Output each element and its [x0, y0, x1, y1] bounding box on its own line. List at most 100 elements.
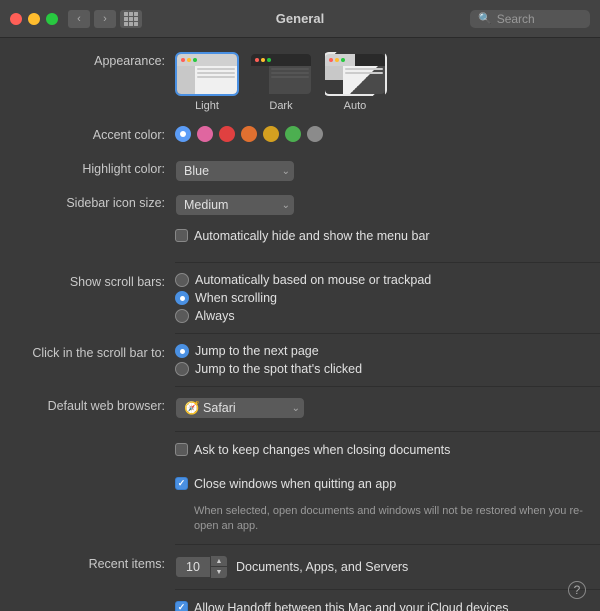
- thumb-bar: [197, 76, 235, 78]
- menu-bar-checkbox[interactable]: [175, 229, 188, 242]
- sidebar-icon-size-select[interactable]: Medium: [175, 194, 295, 216]
- titlebar: ‹ › General 🔍 Search: [0, 0, 600, 38]
- browser-select[interactable]: 🧭 Safari: [175, 397, 305, 419]
- thumb-dot-green: [193, 58, 197, 62]
- forward-button[interactable]: ›: [94, 10, 116, 28]
- appearance-auto-label: Auto: [344, 100, 367, 112]
- thumb-top-dark: [251, 54, 311, 66]
- appearance-auto[interactable]: Auto: [323, 52, 387, 112]
- handoff-label: [0, 600, 175, 602]
- recent-items-control: ▲ ▼ Documents, Apps, and Servers: [175, 555, 600, 579]
- highlight-color-row: Highlight color: Blue ⌄: [0, 160, 600, 184]
- appearance-dark[interactable]: Dark: [249, 52, 313, 112]
- scroll-bars-label: Show scroll bars:: [0, 273, 175, 289]
- help-button[interactable]: ?: [568, 581, 586, 599]
- scroll-bars-auto-label: Automatically based on mouse or trackpad: [195, 273, 431, 287]
- divider-3: [175, 386, 600, 387]
- menu-bar-label: [0, 228, 175, 230]
- menu-bar-control: Automatically hide and show the menu bar: [175, 228, 600, 252]
- click-scroll-next-page[interactable]: Jump to the next page: [175, 344, 362, 358]
- thumb-dot-red: [329, 58, 333, 62]
- browser-label: Default web browser:: [0, 397, 175, 413]
- appearance-light[interactable]: Light: [175, 52, 239, 112]
- thumb-content-auto: [343, 66, 385, 94]
- stepper-up-button[interactable]: ▲: [211, 556, 227, 567]
- highlight-color-control: Blue ⌄: [175, 160, 600, 182]
- click-scroll-label: Click in the scroll bar to:: [0, 344, 175, 360]
- appearance-row: Appearance:: [0, 52, 600, 112]
- radio-next-page[interactable]: [175, 344, 189, 358]
- close-windows-control: Close windows when quitting an app When …: [175, 476, 600, 534]
- thumb-dot-red: [255, 58, 259, 62]
- thumb-dot-yellow: [261, 58, 265, 62]
- accent-blue[interactable]: [175, 126, 191, 142]
- stepper-buttons: ▲ ▼: [211, 555, 228, 579]
- scroll-bars-auto[interactable]: Automatically based on mouse or trackpad: [175, 273, 431, 287]
- appearance-control: Light: [175, 52, 600, 112]
- recent-items-input[interactable]: [175, 556, 211, 578]
- thumb-sidebar-dark: [251, 66, 269, 94]
- highlight-color-select[interactable]: Blue: [175, 160, 295, 182]
- accent-pink[interactable]: [197, 126, 213, 142]
- divider-5: [175, 544, 600, 545]
- thumb-top-light: [177, 54, 237, 66]
- appearance-thumb-light: [175, 52, 239, 96]
- minimize-button[interactable]: [28, 13, 40, 25]
- ask-keep-label: [0, 442, 175, 444]
- scroll-bars-always-label: Always: [195, 309, 235, 323]
- close-windows-checkbox[interactable]: [175, 477, 188, 490]
- radio-spot[interactable]: [175, 362, 189, 376]
- scroll-bars-always[interactable]: Always: [175, 309, 431, 323]
- accent-orange[interactable]: [241, 126, 257, 142]
- appearance-label: Appearance:: [0, 52, 175, 68]
- search-box[interactable]: 🔍 Search: [470, 10, 590, 28]
- thumb-sidebar-auto: [325, 66, 343, 94]
- thumb-bar: [271, 76, 309, 78]
- content: Appearance:: [0, 38, 600, 611]
- ask-keep-control: Ask to keep changes when closing documen…: [175, 442, 600, 466]
- appearance-thumb-dark: [249, 52, 313, 96]
- thumb-content: [195, 66, 237, 94]
- scroll-bars-radio-group: Automatically based on mouse or trackpad…: [175, 273, 431, 323]
- accent-color-row: Accent color:: [0, 126, 600, 150]
- appearance-options: Light: [175, 52, 387, 112]
- scroll-bars-control: Automatically based on mouse or trackpad…: [175, 273, 600, 323]
- close-windows-label: [0, 476, 175, 478]
- accent-color-control: [175, 126, 600, 142]
- divider-6: [175, 589, 600, 590]
- search-placeholder: Search: [497, 12, 535, 26]
- nav-buttons: ‹ ›: [68, 10, 116, 28]
- click-scroll-control: Jump to the next page Jump to the spot t…: [175, 344, 600, 376]
- radio-scroll-always[interactable]: [175, 309, 189, 323]
- radio-scroll-scrolling[interactable]: [175, 291, 189, 305]
- handoff-checkbox[interactable]: [175, 601, 188, 611]
- accent-green[interactable]: [285, 126, 301, 142]
- click-scroll-radio-group: Jump to the next page Jump to the spot t…: [175, 344, 362, 376]
- accent-gray[interactable]: [307, 126, 323, 142]
- grid-button[interactable]: [120, 10, 142, 28]
- back-button[interactable]: ‹: [68, 10, 90, 28]
- ask-keep-checkbox[interactable]: [175, 443, 188, 456]
- spot-label: Jump to the spot that's clicked: [195, 362, 362, 376]
- fullscreen-button[interactable]: [46, 13, 58, 25]
- accent-red[interactable]: [219, 126, 235, 142]
- close-button[interactable]: [10, 13, 22, 25]
- thumb-sidebar: [177, 66, 195, 94]
- menu-bar-row: Automatically hide and show the menu bar: [0, 228, 600, 252]
- browser-control: 🧭 Safari ⌄: [175, 397, 600, 419]
- appearance-thumb-auto: [323, 52, 387, 96]
- accent-yellow[interactable]: [263, 126, 279, 142]
- scroll-bars-scrolling[interactable]: When scrolling: [175, 291, 431, 305]
- close-windows-text: Close windows when quitting an app: [194, 476, 396, 494]
- thumb-top-auto: [325, 54, 385, 66]
- click-scroll-spot[interactable]: Jump to the spot that's clicked: [175, 362, 362, 376]
- thumb-bar: [271, 72, 309, 74]
- sidebar-icon-size-row: Sidebar icon size: Medium ⌄: [0, 194, 600, 218]
- accent-color-label: Accent color:: [0, 126, 175, 142]
- stepper-down-button[interactable]: ▼: [211, 567, 227, 578]
- handoff-control: Allow Handoff between this Mac and your …: [175, 600, 600, 611]
- handoff-text: Allow Handoff between this Mac and your …: [194, 600, 509, 611]
- thumb-bar: [271, 68, 309, 70]
- radio-scroll-auto[interactable]: [175, 273, 189, 287]
- thumb-dot-green: [341, 58, 345, 62]
